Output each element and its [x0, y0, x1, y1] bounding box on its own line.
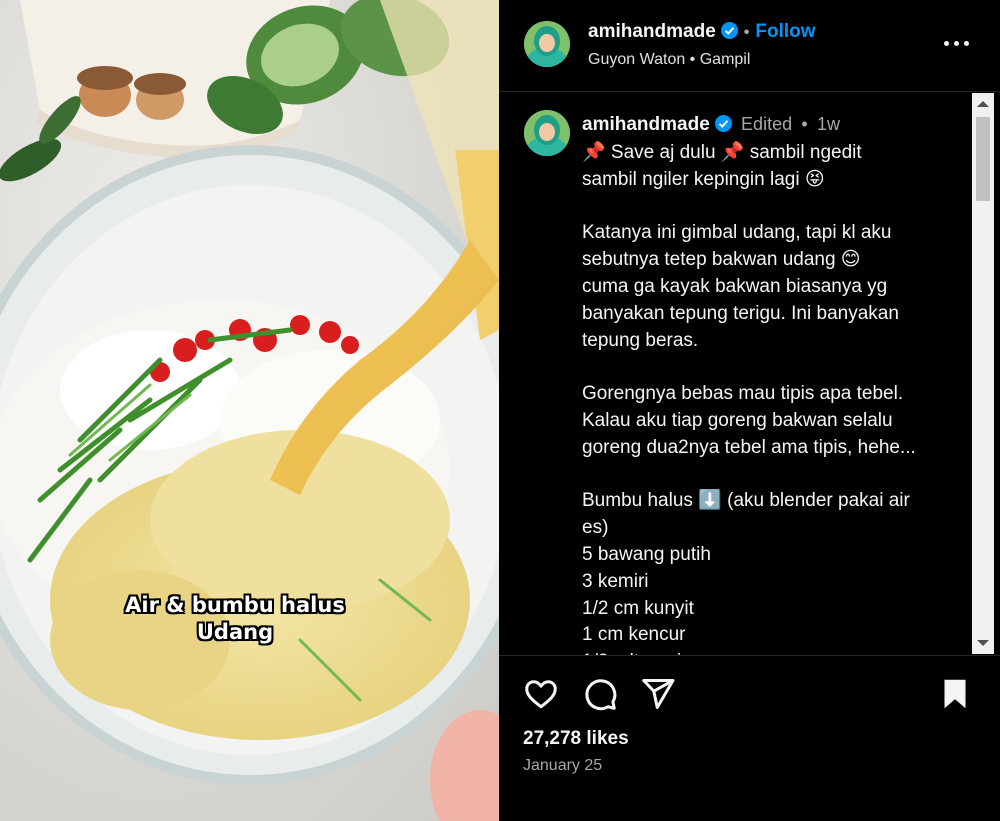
- avatar-image: [524, 110, 570, 156]
- post-details-panel: amihandmade • Follow Guyon Waton • Gampil …: [499, 0, 1000, 821]
- author-name-row: amihandmade • Follow: [588, 21, 816, 43]
- like-count[interactable]: 27,278 likes: [523, 728, 629, 750]
- comment-author-avatar[interactable]: [524, 110, 570, 156]
- comment-edited: Edited: [741, 114, 793, 134]
- caption-text: 📌 Save aj dulu 📌 sambil ngedit sambil ng…: [582, 142, 916, 655]
- author-username[interactable]: amihandmade: [588, 21, 716, 42]
- overlay-line-1: Air & bumbu halus: [125, 593, 345, 617]
- audio-info[interactable]: Guyon Waton • Gampil: [588, 51, 750, 69]
- follow-button[interactable]: Follow: [755, 21, 815, 42]
- video-caption-overlay: Air & bumbu halus Udang: [40, 592, 430, 646]
- more-options-icon[interactable]: [944, 30, 970, 56]
- overlay-line-2: Udang: [196, 620, 274, 644]
- comments-scrollbar[interactable]: [972, 93, 994, 654]
- scroll-up-arrow-icon[interactable]: [977, 101, 989, 107]
- bookmark-icon[interactable]: [937, 676, 973, 712]
- comments-section[interactable]: amihandmade Edited • 1w 📌 Save aj dulu 📌…: [499, 92, 1000, 655]
- avatar-image: [524, 21, 570, 67]
- scrollbar-thumb[interactable]: [976, 117, 990, 201]
- comment-age[interactable]: 1w: [817, 114, 840, 134]
- header-separator: •: [743, 24, 750, 41]
- scroll-down-arrow-icon[interactable]: [977, 640, 989, 646]
- comment-username[interactable]: amihandmade: [582, 114, 710, 135]
- post-header: amihandmade • Follow Guyon Waton • Gampil: [499, 0, 1000, 92]
- heart-icon[interactable]: [523, 676, 559, 712]
- post-date[interactable]: January 25: [523, 757, 602, 775]
- share-icon[interactable]: [640, 676, 676, 712]
- verified-badge-icon: [714, 115, 732, 132]
- comment-header: amihandmade Edited • 1w: [582, 114, 840, 136]
- verified-badge-icon: [720, 22, 738, 39]
- post-media[interactable]: Air & bumbu halus Udang: [0, 0, 499, 821]
- comment-icon[interactable]: [582, 676, 618, 712]
- post-actions: 27,278 likes January 25: [499, 656, 1000, 821]
- comment-separator: •: [801, 114, 808, 134]
- author-avatar[interactable]: [524, 21, 570, 67]
- food-photo: [0, 0, 499, 821]
